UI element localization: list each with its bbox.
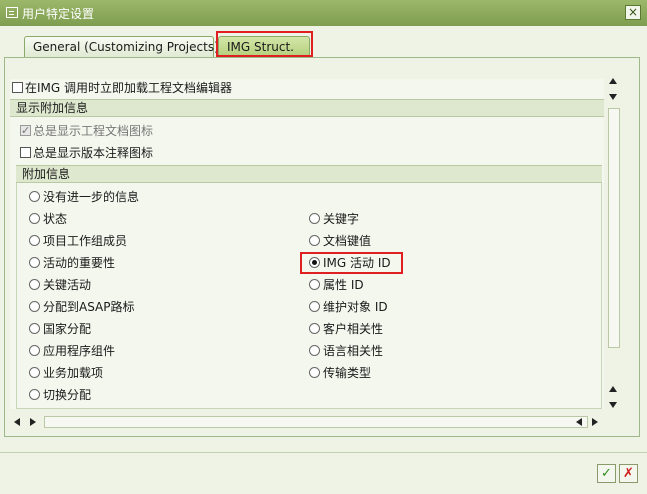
always-show-doc-icon-option[interactable]: 总是显示工程文档图标 <box>20 122 153 140</box>
radio-button[interactable] <box>29 367 40 378</box>
radio-button[interactable] <box>29 213 40 224</box>
vertical-scrollbar[interactable] <box>606 72 622 412</box>
radio-label: 关键字 <box>323 212 360 226</box>
radio-label: 业务加载项 <box>43 366 104 380</box>
radio-button[interactable] <box>309 279 320 290</box>
tab-general-label: General (Customizing Projects) <box>33 40 219 54</box>
radio-option[interactable]: 文档键值 <box>309 232 371 250</box>
always-show-doc-icon-label: 总是显示工程文档图标 <box>33 124 154 138</box>
scroll-up-icon[interactable] <box>609 78 617 84</box>
horizontal-scrollbar[interactable] <box>10 414 604 431</box>
radio-option[interactable]: 应用程序组件 <box>29 342 115 360</box>
close-button[interactable]: × <box>625 5 641 20</box>
radio-button[interactable] <box>29 235 40 246</box>
additional-info-header: 附加信息 <box>16 165 602 183</box>
radio-option[interactable]: 属性 ID <box>309 276 364 294</box>
tab-strip: General (Customizing Projects) IMG Struc… <box>2 30 642 58</box>
additional-info-title: 附加信息 <box>22 167 71 181</box>
radio-button[interactable] <box>309 323 320 334</box>
radio-label: 应用程序组件 <box>43 344 116 358</box>
radio-option[interactable]: 国家分配 <box>29 320 91 338</box>
always-show-version-icon-option[interactable]: 总是显示版本注释图标 <box>20 144 153 162</box>
always-show-doc-icon-checkbox[interactable] <box>20 122 31 140</box>
radio-button[interactable] <box>29 301 40 312</box>
horizontal-scroll-thumb[interactable] <box>44 416 588 428</box>
radio-button[interactable] <box>309 235 320 246</box>
radio-option[interactable]: 传输类型 <box>309 364 371 382</box>
radio-label: 国家分配 <box>43 322 92 336</box>
radio-button[interactable] <box>29 257 40 268</box>
scroll-right-small-icon[interactable] <box>30 418 36 426</box>
scroll-left-icon[interactable] <box>14 418 20 426</box>
radio-label: 状态 <box>43 212 68 226</box>
radio-option[interactable]: 项目工作组成员 <box>29 232 127 250</box>
radio-button[interactable] <box>309 367 320 378</box>
radio-label: 维护对象 ID <box>323 300 388 314</box>
load-editor-option[interactable]: 在IMG 调用时立即加载工程文档编辑器 <box>12 79 232 97</box>
scroll-left-end-icon[interactable] <box>576 418 582 426</box>
radio-label: 文档键值 <box>323 234 372 248</box>
radio-option[interactable]: 切换分配 <box>29 386 91 404</box>
radio-option[interactable]: 语言相关性 <box>309 342 383 360</box>
radio-label: 切换分配 <box>43 388 92 402</box>
footer-separator <box>0 452 647 453</box>
radio-option[interactable]: 业务加载项 <box>29 364 103 382</box>
scroll-down-icon[interactable] <box>609 402 617 408</box>
radio-button[interactable] <box>29 345 40 356</box>
radio-label: 分配到ASAP路标 <box>43 300 135 314</box>
settings-content: 在IMG 调用时立即加载工程文档编辑器 显示附加信息 总是显示工程文档图标 总是… <box>10 79 604 409</box>
scroll-thumb[interactable] <box>608 108 620 348</box>
radio-button[interactable] <box>29 389 40 400</box>
radio-button[interactable] <box>29 191 40 202</box>
radio-option[interactable]: 关键活动 <box>29 276 91 294</box>
radio-option[interactable]: 活动的重要性 <box>29 254 115 272</box>
load-editor-label: 在IMG 调用时立即加载工程文档编辑器 <box>25 81 233 95</box>
radio-button[interactable] <box>29 323 40 334</box>
scroll-right-icon[interactable] <box>592 418 598 426</box>
radio-option[interactable]: 客户相关性 <box>309 320 383 338</box>
hscroll-end-arrows <box>574 414 604 431</box>
radio-option[interactable]: 没有进一步的信息 <box>29 188 139 206</box>
radio-button[interactable] <box>309 213 320 224</box>
cross-icon: ✗ <box>623 466 634 481</box>
radio-option[interactable]: 分配到ASAP路标 <box>29 298 135 316</box>
radio-label: 没有进一步的信息 <box>43 190 140 204</box>
section-display-title: 显示附加信息 <box>16 101 89 115</box>
always-show-version-icon-checkbox[interactable] <box>20 147 31 158</box>
radio-label: 活动的重要性 <box>43 256 116 270</box>
radio-option[interactable]: 状态 <box>29 210 67 228</box>
radio-button[interactable] <box>309 345 320 356</box>
check-icon: ✓ <box>601 466 612 481</box>
cancel-button[interactable]: ✗ <box>619 464 638 483</box>
confirm-button[interactable]: ✓ <box>597 464 616 483</box>
window-title: 用户特定设置 <box>22 7 95 21</box>
radio-button[interactable] <box>309 301 320 312</box>
radio-label: 项目工作组成员 <box>43 234 128 248</box>
radio-label: 语言相关性 <box>323 344 384 358</box>
load-editor-checkbox[interactable] <box>12 82 23 93</box>
settings-window-icon <box>6 7 18 18</box>
radio-option[interactable]: 关键字 <box>309 210 359 228</box>
title-bar: 用户特定设置 × <box>0 0 647 26</box>
radio-label: 属性 ID <box>323 278 364 292</box>
radio-label: 客户相关性 <box>323 322 384 336</box>
section-display-header: 显示附加信息 <box>10 99 604 117</box>
scroll-down-small-icon[interactable] <box>609 94 617 100</box>
tab-general[interactable]: General (Customizing Projects) <box>24 36 219 58</box>
radio-button[interactable] <box>29 279 40 290</box>
scroll-up-bottom-icon[interactable] <box>609 386 617 392</box>
always-show-version-icon-label: 总是显示版本注释图标 <box>33 146 154 160</box>
highlight-box-tab <box>216 31 313 57</box>
highlight-box-selected <box>300 252 403 274</box>
radio-label: 传输类型 <box>323 366 372 380</box>
radio-label: 关键活动 <box>43 278 92 292</box>
radio-option[interactable]: 维护对象 ID <box>309 298 388 316</box>
